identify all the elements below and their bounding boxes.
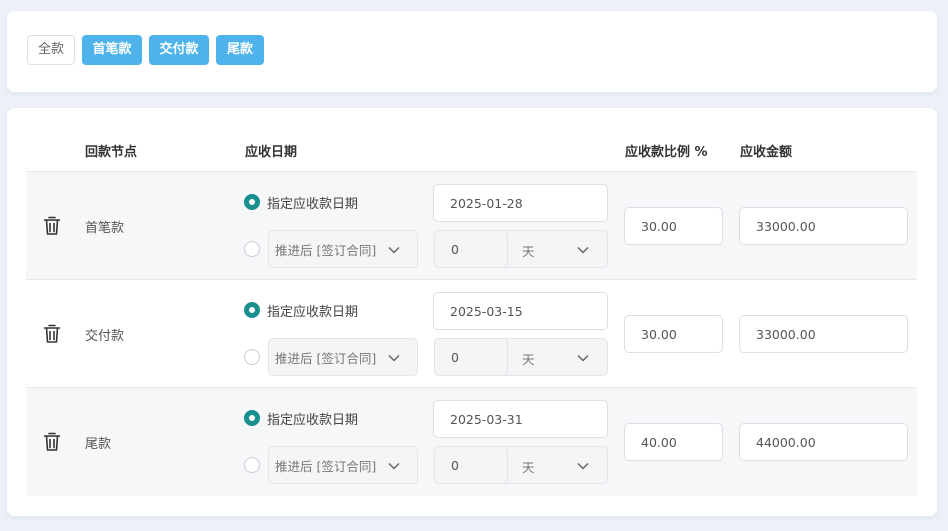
defer-trigger-value: 推进后 [签订合同] — [275, 350, 377, 366]
node-name: 交付款 — [85, 329, 125, 344]
radio-deferred-date[interactable] — [244, 241, 260, 257]
ratio-input[interactable]: 30.00 — [624, 207, 723, 245]
defer-trigger-select[interactable]: 推进后 [签订合同] — [268, 338, 418, 376]
defer-days-group: 0 天 — [434, 338, 608, 376]
defer-days-group: 0 天 — [434, 446, 608, 484]
defer-trigger-select[interactable]: 推进后 [签订合同] — [268, 230, 418, 268]
radio-deferred-date[interactable] — [244, 349, 260, 365]
defer-days-value: 0 — [451, 457, 459, 473]
defer-trigger-select[interactable]: 推进后 [签订合同] — [268, 446, 418, 484]
amount-value: 33000.00 — [756, 326, 816, 342]
trash-icon[interactable] — [43, 324, 61, 344]
defer-unit-value[interactable]: 天 — [522, 349, 535, 368]
defer-days-input[interactable]: 0 — [434, 446, 508, 484]
radio-specified-date[interactable] — [244, 302, 260, 318]
amount-value: 44000.00 — [756, 434, 816, 450]
tag-full-payment[interactable]: 全款 — [27, 35, 75, 65]
header-date: 应收日期 — [245, 145, 298, 160]
chevron-down-icon[interactable] — [577, 354, 589, 362]
ratio-value: 30.00 — [641, 218, 677, 234]
defer-unit-value[interactable]: 天 — [522, 457, 535, 476]
ratio-value: 40.00 — [641, 434, 677, 450]
radio-deferred-date[interactable] — [244, 457, 260, 473]
tag-delivery-payment[interactable]: 交付款 — [149, 35, 209, 65]
due-date-value: 2025-03-31 — [450, 411, 523, 427]
payment-type-filter-bar: 全款 首笔款 交付款 尾款 — [7, 11, 937, 92]
amount-input[interactable]: 33000.00 — [739, 315, 908, 353]
node-name: 首笔款 — [85, 221, 125, 236]
defer-days-input[interactable]: 0 — [434, 230, 508, 268]
node-name: 尾款 — [85, 437, 112, 452]
chevron-down-icon[interactable] — [577, 462, 589, 470]
defer-days-value: 0 — [451, 349, 459, 365]
ratio-input[interactable]: 30.00 — [624, 315, 723, 353]
table-row: 首笔款 指定应收款日期 2025-01-28 推进后 [签订合同] 0 天 30… — [26, 172, 917, 280]
due-date-value: 2025-01-28 — [450, 195, 523, 211]
amount-value: 33000.00 — [756, 218, 816, 234]
due-date-input[interactable]: 2025-03-31 — [433, 400, 608, 438]
payment-schedule-table: 回款节点 应收日期 应收款比例 % 应收金额 首笔款 指定应收款日期 2025-… — [7, 108, 937, 516]
chevron-down-icon[interactable] — [577, 246, 589, 254]
header-node: 回款节点 — [85, 145, 138, 160]
tag-final-payment[interactable]: 尾款 — [216, 35, 264, 65]
chevron-down-icon — [388, 462, 400, 470]
defer-days-group: 0 天 — [434, 230, 608, 268]
due-date-input[interactable]: 2025-01-28 — [433, 184, 608, 222]
defer-trigger-value: 推进后 [签订合同] — [275, 242, 377, 258]
defer-trigger-value: 推进后 [签订合同] — [275, 458, 377, 474]
header-amount: 应收金额 — [740, 145, 793, 160]
defer-days-value: 0 — [451, 241, 459, 257]
table-row: 尾款 指定应收款日期 2025-03-31 推进后 [签订合同] 0 天 40.… — [26, 388, 917, 496]
chevron-down-icon — [388, 246, 400, 254]
defer-days-input[interactable]: 0 — [434, 338, 508, 376]
radio-specified-date[interactable] — [244, 410, 260, 426]
amount-input[interactable]: 33000.00 — [739, 207, 908, 245]
table-row: 交付款 指定应收款日期 2025-03-15 推进后 [签订合同] 0 天 30… — [26, 280, 917, 388]
trash-icon[interactable] — [43, 216, 61, 236]
trash-icon[interactable] — [43, 432, 61, 452]
due-date-value: 2025-03-15 — [450, 303, 523, 319]
header-ratio: 应收款比例 % — [625, 145, 708, 160]
amount-input[interactable]: 44000.00 — [739, 423, 908, 461]
defer-unit-value[interactable]: 天 — [522, 241, 535, 260]
radio-specified-date[interactable] — [244, 194, 260, 210]
radio-specified-date-label[interactable]: 指定应收款日期 — [267, 409, 358, 428]
radio-specified-date-label[interactable]: 指定应收款日期 — [267, 193, 358, 212]
radio-specified-date-label[interactable]: 指定应收款日期 — [267, 301, 358, 320]
ratio-input[interactable]: 40.00 — [624, 423, 723, 461]
due-date-input[interactable]: 2025-03-15 — [433, 292, 608, 330]
ratio-value: 30.00 — [641, 326, 677, 342]
tag-first-payment[interactable]: 首笔款 — [82, 35, 142, 65]
chevron-down-icon — [388, 354, 400, 362]
